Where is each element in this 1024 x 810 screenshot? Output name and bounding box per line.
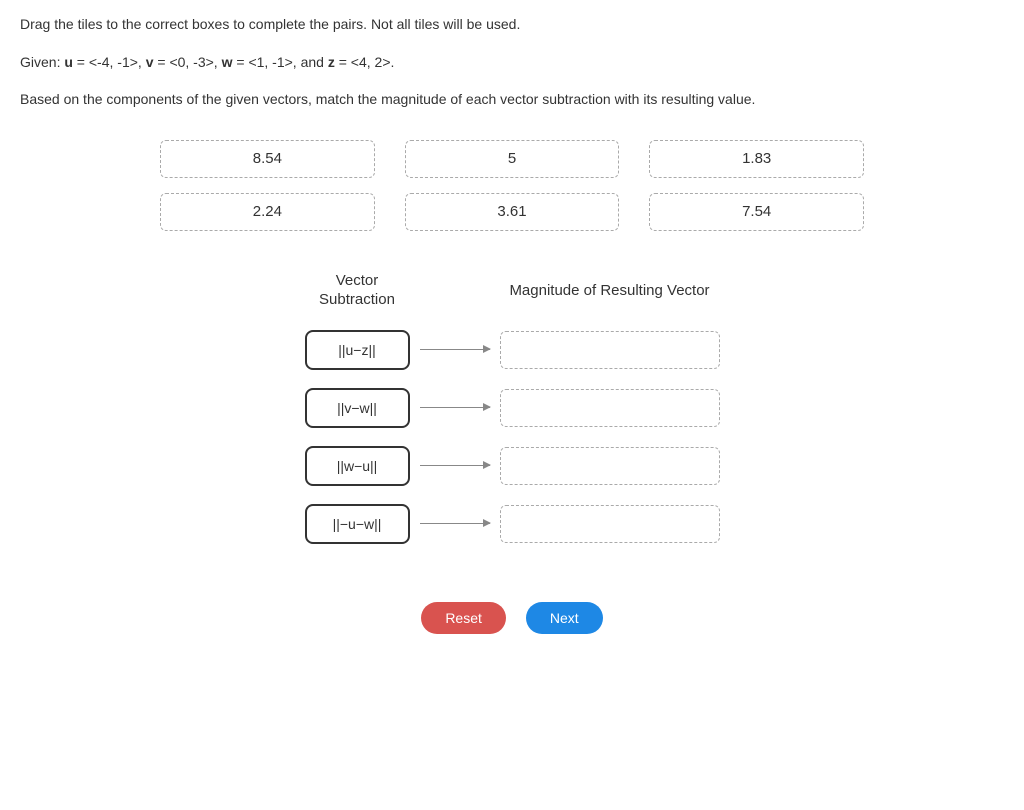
answer-tile[interactable]: 3.61 (405, 193, 620, 231)
drop-zone[interactable] (500, 505, 720, 543)
arrow-icon (410, 349, 500, 350)
matching-headers: Vector Subtraction Magnitude of Resultin… (305, 271, 720, 310)
match-row: ||v−w|| (305, 388, 720, 428)
match-row: ||w−u|| (305, 446, 720, 486)
tile-row: 2.24 3.61 7.54 (160, 193, 864, 231)
expression-box: ||w−u|| (305, 446, 410, 486)
drop-zone[interactable] (500, 331, 720, 369)
arrow-icon (410, 465, 500, 466)
expression-box: ||v−w|| (305, 388, 410, 428)
answer-tile[interactable]: 7.54 (649, 193, 864, 231)
drop-zone[interactable] (500, 447, 720, 485)
header-vector-subtraction: Vector Subtraction (305, 271, 410, 310)
button-bar: Reset Next (20, 602, 1004, 634)
tiles-container: 8.54 5 1.83 2.24 3.61 7.54 (20, 140, 1004, 231)
match-row: ||−u−w|| (305, 504, 720, 544)
expression-box: ||−u−w|| (305, 504, 410, 544)
matching-section: Vector Subtraction Magnitude of Resultin… (20, 271, 1004, 562)
instructions-text: Drag the tiles to the correct boxes to c… (20, 15, 1004, 35)
answer-tile[interactable]: 2.24 (160, 193, 375, 231)
arrow-icon (410, 523, 500, 524)
reset-button[interactable]: Reset (421, 602, 506, 634)
arrow-icon (410, 407, 500, 408)
answer-tile[interactable]: 5 (405, 140, 620, 178)
header-magnitude: Magnitude of Resulting Vector (500, 282, 720, 299)
expression-box: ||u−z|| (305, 330, 410, 370)
prompt-text: Based on the components of the given vec… (20, 90, 1004, 110)
answer-tile[interactable]: 1.83 (649, 140, 864, 178)
match-row: ||u−z|| (305, 330, 720, 370)
drop-zone[interactable] (500, 389, 720, 427)
given-vectors: Given: u = <-4, -1>, v = <0, -3>, w = <1… (20, 53, 1004, 73)
answer-tile[interactable]: 8.54 (160, 140, 375, 178)
tile-row: 8.54 5 1.83 (160, 140, 864, 178)
next-button[interactable]: Next (526, 602, 603, 634)
